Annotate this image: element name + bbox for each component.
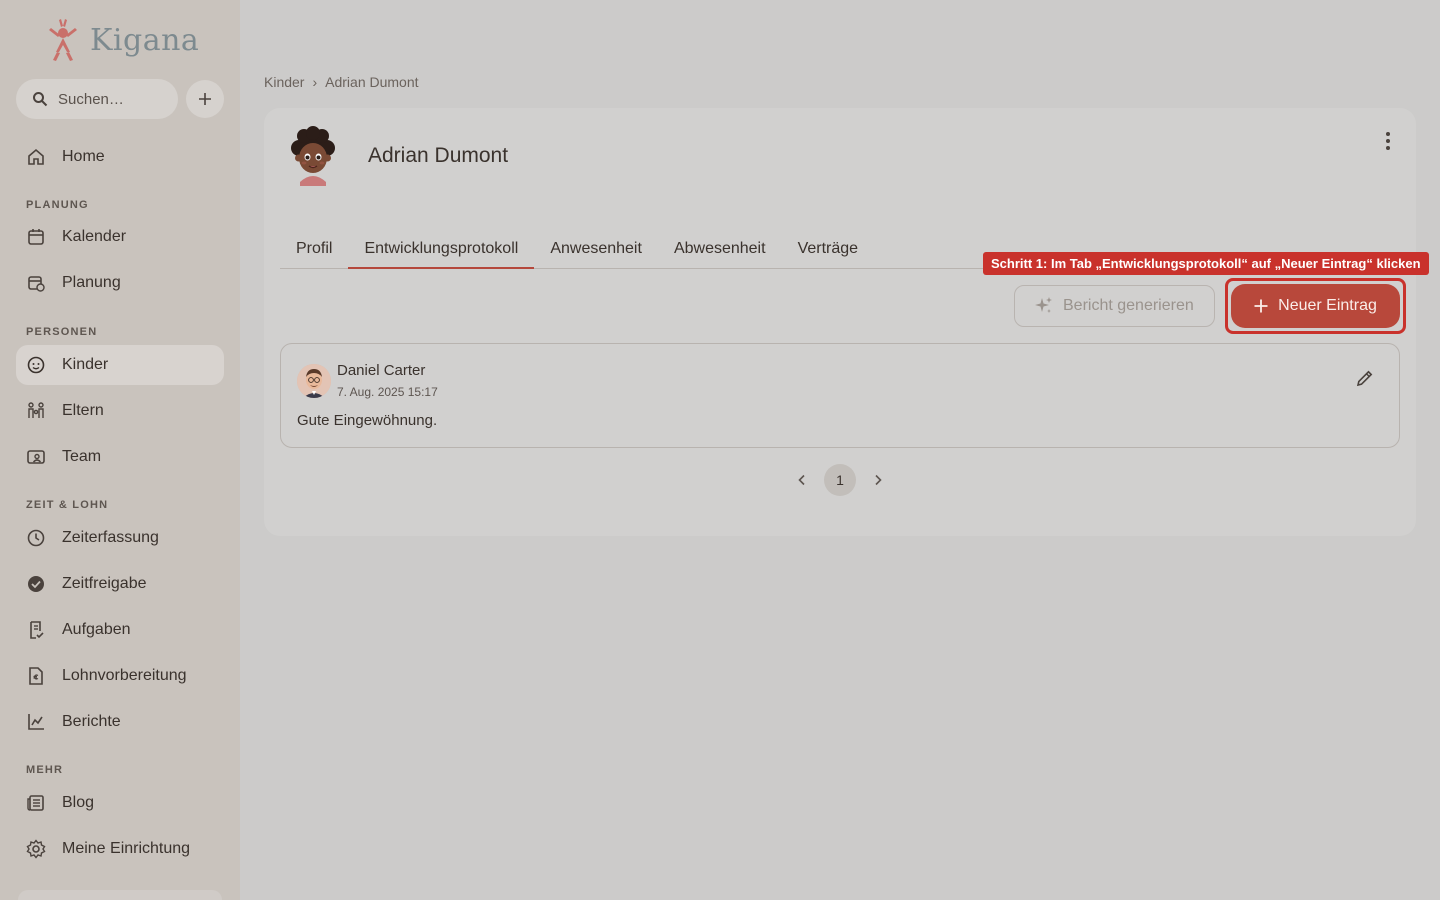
breadcrumb-current: Adrian Dumont	[325, 74, 419, 90]
nav-berichte-label: Berichte	[62, 713, 121, 730]
generate-report-label: Bericht generieren	[1063, 297, 1194, 314]
section-zeit-lohn: ZEIT & LOHN	[26, 499, 109, 511]
tab-entwicklungsprotokoll[interactable]: Entwicklungsprotokoll	[348, 230, 535, 269]
new-entry-label: Neuer Eintrag	[1278, 297, 1377, 314]
nav-einrichtung-label: Meine Einrichtung	[62, 840, 191, 857]
tab-anwesenheit[interactable]: Anwesenheit	[534, 230, 658, 268]
chart-icon	[26, 712, 46, 732]
app-logo[interactable]: Kigana	[46, 18, 199, 62]
entry-author: Daniel Carter	[337, 362, 426, 379]
search-placeholder: Suchen…	[58, 90, 124, 108]
nav-berichte[interactable]: Berichte	[16, 702, 224, 742]
pagination: 1	[792, 464, 888, 496]
plus-icon	[199, 93, 211, 105]
nav-home-label: Home	[62, 148, 105, 165]
nav-blog-label: Blog	[62, 794, 95, 811]
nav-kinder[interactable]: Kinder	[16, 345, 224, 385]
nav-zeiterfassung[interactable]: Zeiterfassung	[16, 518, 224, 558]
breadcrumb-parent[interactable]: Kinder	[264, 74, 304, 90]
plus-icon	[1254, 299, 1268, 313]
nav-eltern-label: Eltern	[62, 402, 104, 419]
chevron-right-icon[interactable]	[868, 470, 888, 490]
author-avatar	[297, 364, 331, 398]
sidebar: Kigana Suchen… Home PLANUNG Kalender Pla…	[0, 0, 240, 900]
child-detail-card: Adrian Dumont Profil Entwicklungsprotoko…	[264, 108, 1416, 536]
nav-zeitfreigabe-label: Zeitfreigabe	[62, 575, 147, 592]
nav-eltern[interactable]: Eltern	[16, 391, 224, 431]
nav-planung[interactable]: Planung	[16, 263, 224, 303]
tab-vertraege[interactable]: Verträge	[782, 230, 874, 268]
tab-profil[interactable]: Profil	[280, 230, 348, 268]
nav-team[interactable]: Team	[16, 437, 224, 477]
check-circle-icon	[26, 574, 46, 594]
generate-report-button[interactable]: Bericht generieren	[1014, 285, 1215, 327]
payroll-document-icon	[26, 666, 46, 686]
nav-aufgaben-label: Aufgaben	[62, 621, 131, 638]
logo-icon	[49, 19, 77, 61]
blog-icon	[26, 793, 46, 813]
child-face-icon	[26, 355, 46, 375]
nav-kalender-label: Kalender	[62, 228, 127, 245]
nav-zeitfreigabe[interactable]: Zeitfreigabe	[16, 564, 224, 604]
calendar-clock-icon	[26, 273, 46, 293]
section-personen: PERSONEN	[26, 326, 98, 338]
nav-zeiterfassung-label: Zeiterfassung	[62, 529, 159, 546]
nav-lohnvorbereitung-label: Lohnvorbereitung	[62, 667, 187, 684]
more-options-icon[interactable]	[1380, 130, 1396, 152]
nav-meine-einrichtung[interactable]: Meine Einrichtung	[16, 829, 224, 869]
app-name: Kigana	[90, 22, 200, 58]
nav-aufgaben[interactable]: Aufgaben	[16, 610, 224, 650]
sidebar-footer-card[interactable]	[18, 890, 222, 900]
entry-text: Gute Eingewöhnung.	[297, 412, 438, 429]
breadcrumb: Kinder › Adrian Dumont	[264, 74, 419, 90]
nav-kinder-label: Kinder	[62, 356, 109, 373]
step-hint-tooltip: Schritt 1: Im Tab „Entwicklungsprotokoll…	[983, 252, 1429, 275]
chevron-left-icon[interactable]	[792, 470, 812, 490]
clock-icon	[26, 528, 46, 548]
nav-planung-label: Planung	[62, 274, 121, 291]
child-avatar	[286, 126, 340, 186]
sparkle-icon	[1035, 297, 1052, 313]
calendar-icon	[26, 227, 46, 247]
nav-team-label: Team	[62, 448, 102, 465]
section-mehr: MEHR	[26, 764, 64, 776]
search-icon	[33, 92, 48, 107]
entry-date: 7. Aug. 2025 15:17	[337, 385, 438, 399]
nav-home[interactable]: Home	[16, 137, 224, 177]
family-icon	[26, 401, 46, 421]
tab-abwesenheit[interactable]: Abwesenheit	[658, 230, 782, 268]
nav-lohnvorbereitung[interactable]: Lohnvorbereitung	[16, 656, 224, 696]
nav-kalender[interactable]: Kalender	[16, 217, 224, 257]
section-planung: PLANUNG	[26, 199, 89, 211]
gear-icon	[26, 839, 46, 859]
nav-blog[interactable]: Blog	[16, 783, 224, 823]
protocol-entry: Daniel Carter 7. Aug. 2025 15:17 Gute Ei…	[280, 343, 1400, 448]
child-name: Adrian Dumont	[368, 144, 509, 167]
new-entry-button[interactable]: Neuer Eintrag	[1231, 284, 1400, 328]
task-icon	[26, 620, 46, 640]
page-button[interactable]: 1	[824, 464, 856, 496]
add-button[interactable]	[186, 80, 224, 118]
team-icon	[26, 447, 46, 467]
edit-pencil-icon[interactable]	[1355, 368, 1375, 393]
search-input[interactable]: Suchen…	[16, 79, 178, 119]
home-icon	[26, 147, 46, 167]
breadcrumb-separator: ›	[312, 74, 318, 90]
